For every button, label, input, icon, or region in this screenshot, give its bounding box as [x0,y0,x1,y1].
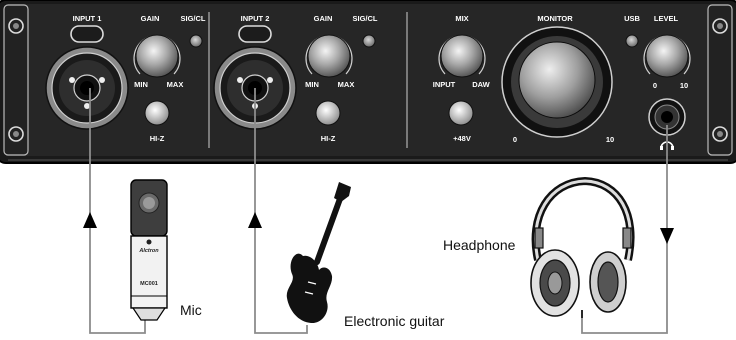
monitor-min-label: 0 [513,135,517,144]
gain-1-min-label: MIN [134,80,148,89]
level-max-label: 10 [680,81,688,90]
combo-jack-input-1[interactable] [45,46,129,130]
phantom-power-label: +48V [453,134,471,143]
input-1-label: INPUT 1 [73,14,102,23]
down-arrow-icon [660,228,674,244]
up-arrow-icon [248,212,262,228]
sig-clip-2-label: SIG/CL [352,14,377,23]
up-arrow-icon [83,212,97,228]
mic-brand-label: Alctron [138,248,159,254]
combo-jack-latch[interactable] [238,25,272,43]
electric-guitar-illustration [286,182,351,324]
screw-icon [712,18,728,34]
mix-label: MIX [455,14,468,23]
sig-clip-1-label: SIG/CL [180,14,205,23]
mix-daw-label: DAW [472,80,490,89]
usb-led [625,34,639,48]
hiz-2-label: HI-Z [321,134,336,143]
hiz-1-label: HI-Z [150,134,165,143]
hiz-button-1[interactable] [144,100,170,126]
phantom-power-button[interactable] [448,100,474,126]
mix-input-label: INPUT [433,80,456,89]
hiz-button-2[interactable] [315,100,341,126]
headphone-illustration [530,176,635,318]
audio-interface-connection-diagram: INPUT 1 GAIN SIG/CL MIN MAX HI-Z INPUT 2 [0,0,736,334]
monitor-max-label: 10 [606,135,614,144]
gain-1-max-label: MAX [167,80,184,89]
level-min-label: 0 [653,81,657,90]
screw-icon [8,126,24,142]
monitor-label: MONITOR [537,14,573,23]
sig-clip-led [362,34,376,48]
guitar-label: Electronic guitar [344,313,445,329]
mic-label: Mic [180,302,202,318]
input-2-label: INPUT 2 [241,14,270,23]
screw-icon [8,18,24,34]
sig-clip-led [189,34,203,48]
microphone-illustration: Alctron MC001 [130,179,168,321]
mic-model-label: MC001 [140,281,158,287]
headphone-label: Headphone [443,237,516,253]
gain-2-min-label: MIN [305,80,319,89]
gain-1-label: GAIN [141,14,160,23]
monitor-knob[interactable] [501,26,613,138]
level-label: LEVEL [654,14,679,23]
gain-2-max-label: MAX [338,80,355,89]
gain-2-label: GAIN [314,14,333,23]
usb-label: USB [624,14,640,23]
screw-icon [712,126,728,142]
combo-jack-latch[interactable] [70,25,104,43]
